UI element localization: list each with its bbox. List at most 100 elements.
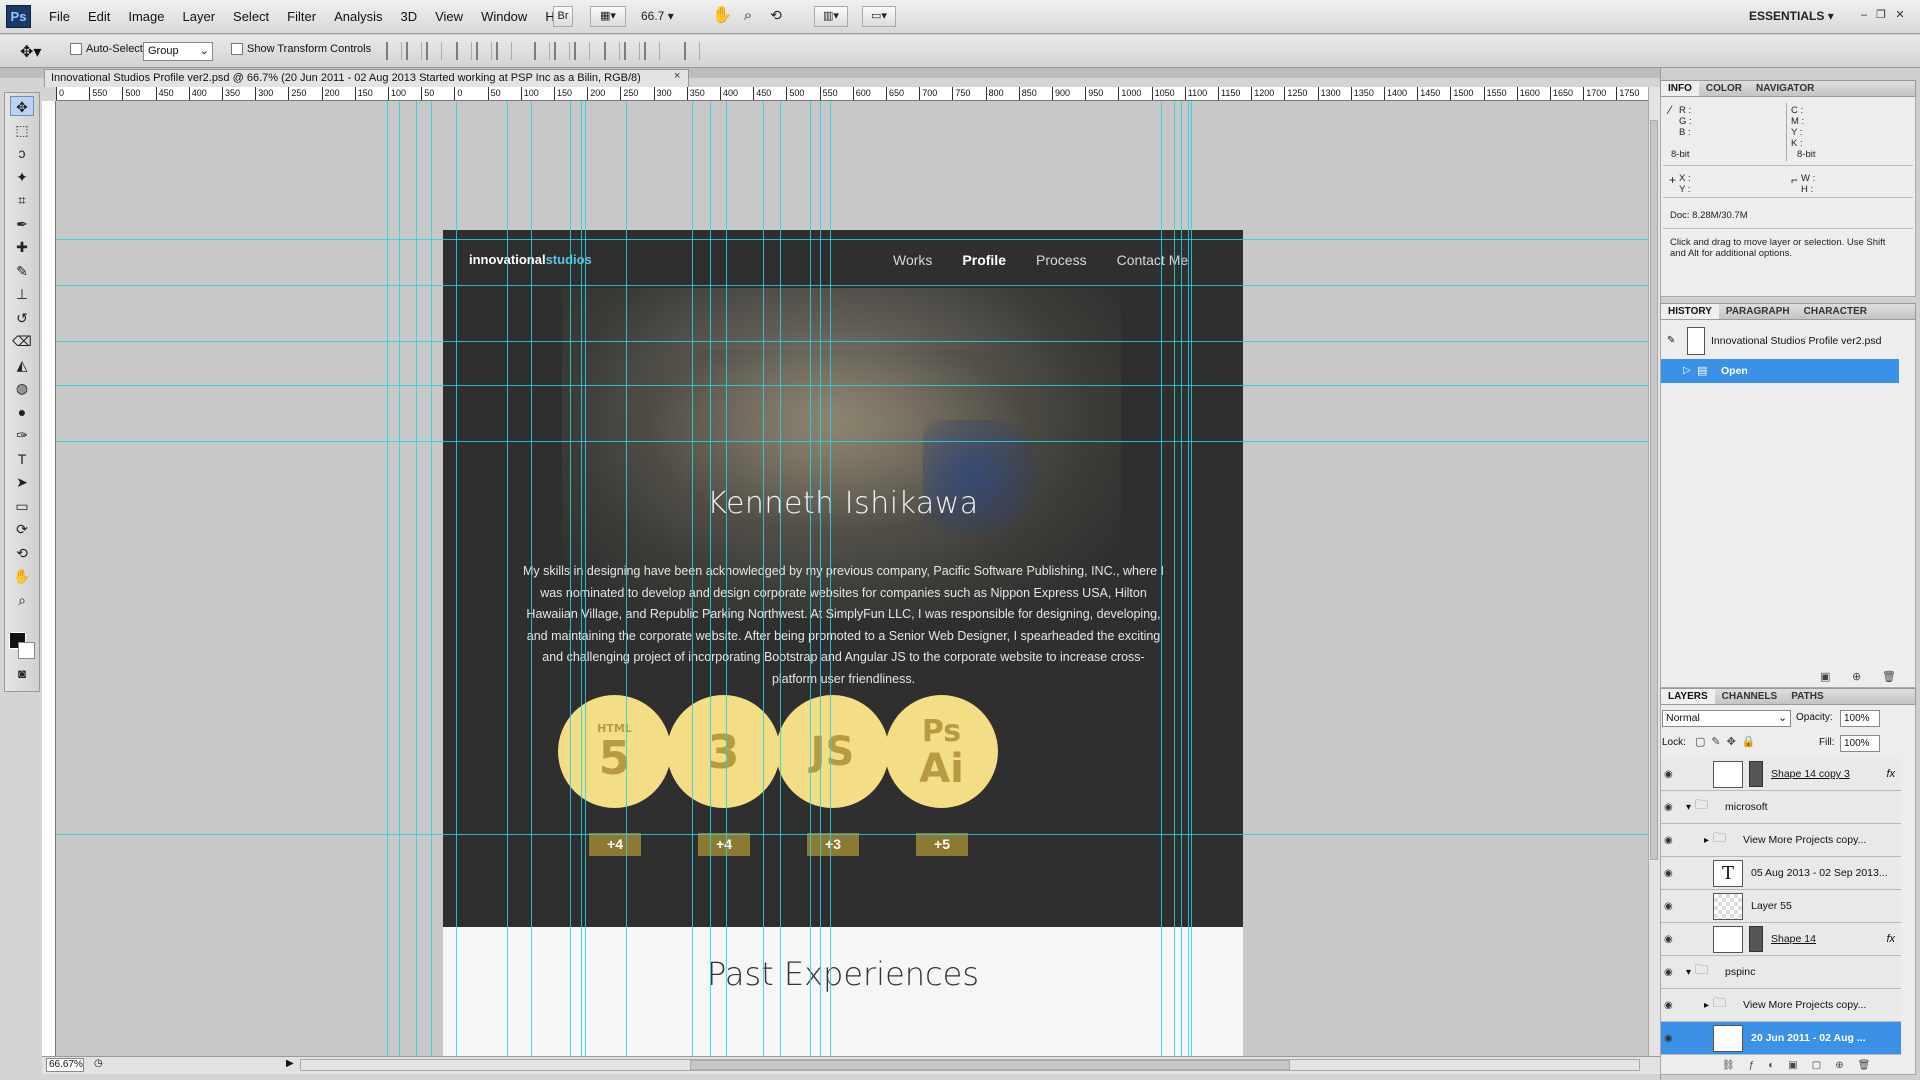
- menu-window[interactable]: Window: [472, 0, 536, 34]
- close-icon[interactable]: ✕: [1893, 8, 1907, 22]
- visibility-eye-icon[interactable]: ◉: [1664, 1033, 1678, 1044]
- guide-vertical[interactable]: [710, 101, 711, 1056]
- guide-vertical[interactable]: [581, 101, 582, 1056]
- restore-icon[interactable]: ❐: [1874, 8, 1888, 22]
- paint-bucket-icon[interactable]: ◭: [10, 355, 34, 375]
- distribute-right-icon[interactable]: [644, 42, 660, 60]
- guide-vertical[interactable]: [810, 101, 811, 1056]
- marquee-tool-icon[interactable]: ⬚: [10, 120, 34, 140]
- auto-select-control[interactable]: Auto-Select:: [70, 43, 146, 55]
- history-brush-icon[interactable]: ↺: [10, 308, 34, 328]
- layer-row[interactable]: ◉ ▸ 🗀 View More Projects copy...: [1661, 989, 1901, 1022]
- menu-layer[interactable]: Layer: [174, 0, 225, 34]
- visibility-eye-icon[interactable]: ◉: [1664, 967, 1678, 978]
- opacity-field[interactable]: 100%: [1840, 710, 1880, 727]
- guide-vertical[interactable]: [626, 101, 627, 1056]
- quick-select-tool-icon[interactable]: ✦: [10, 167, 34, 187]
- screen-mode-button[interactable]: ▭▾: [862, 6, 896, 27]
- auto-select-dropdown[interactable]: Group ⌄: [143, 42, 213, 61]
- eraser-tool-icon[interactable]: ⌫: [10, 331, 34, 351]
- quick-mask-icon[interactable]: ◙: [10, 664, 34, 684]
- menu-3d[interactable]: 3D: [391, 0, 426, 34]
- align-vcenter-icon[interactable]: [406, 42, 422, 60]
- dodge-tool-icon[interactable]: ●: [10, 402, 34, 422]
- status-arrow-icon[interactable]: ▶: [286, 1058, 294, 1069]
- guide-vertical[interactable]: [416, 101, 417, 1056]
- tab-navigator[interactable]: NAVIGATOR: [1749, 81, 1821, 96]
- align-right-icon[interactable]: [496, 42, 512, 60]
- tab-info[interactable]: INFO: [1661, 81, 1699, 96]
- blend-mode-dropdown[interactable]: Normal ⌄: [1662, 710, 1791, 727]
- guide-vertical[interactable]: [570, 101, 571, 1056]
- mini-bridge-button[interactable]: Br: [553, 6, 573, 27]
- guide-horizontal[interactable]: [56, 441, 1648, 442]
- align-hcenter-icon[interactable]: [476, 42, 492, 60]
- align-bottom-icon[interactable]: [426, 42, 442, 60]
- orbit-3d-icon[interactable]: ⟲: [10, 543, 34, 563]
- guide-vertical[interactable]: [1191, 101, 1192, 1056]
- guide-horizontal[interactable]: [56, 341, 1648, 342]
- zoom-level-dropdown[interactable]: 66.7 ▾: [641, 6, 691, 27]
- pen-tool-icon[interactable]: ✑: [10, 425, 34, 445]
- guide-vertical[interactable]: [431, 101, 432, 1056]
- canvas[interactable]: innovationalstudios WorksProfileProcessC…: [56, 101, 1648, 1056]
- guide-vertical[interactable]: [1161, 101, 1162, 1056]
- menu-edit[interactable]: Edit: [79, 0, 119, 34]
- guide-vertical[interactable]: [1188, 101, 1189, 1056]
- lasso-tool-icon[interactable]: ↄ: [10, 143, 34, 163]
- workspace-switcher[interactable]: ESSENTIALS ▾: [1749, 6, 1834, 27]
- horizontal-scroll-thumb[interactable]: [690, 1060, 1290, 1070]
- guide-horizontal[interactable]: [56, 285, 1648, 286]
- tab-layers[interactable]: LAYERS: [1661, 689, 1715, 704]
- auto-align-icon[interactable]: [684, 42, 700, 60]
- move-tool-icon[interactable]: ✥▾: [20, 42, 41, 62]
- zoom-readout-field[interactable]: 66.67%: [46, 1058, 84, 1072]
- layer-row[interactable]: ◉ Layer 55: [1661, 890, 1901, 923]
- lock-icons[interactable]: ▢✎✥🔒: [1695, 735, 1762, 748]
- history-snapshot[interactable]: ✎ Innovational Studios Profile ver2.psd: [1661, 326, 1899, 356]
- zoom-tool-icon[interactable]: ⌕: [10, 590, 34, 610]
- status-options-icon[interactable]: ◷: [94, 1058, 103, 1069]
- history-state-open[interactable]: ▷ ▤ Open: [1661, 359, 1899, 383]
- view-extras-button[interactable]: ▦▾: [590, 6, 626, 27]
- path-select-icon[interactable]: ➤: [10, 472, 34, 492]
- guide-horizontal[interactable]: [56, 385, 1648, 386]
- tab-color[interactable]: COLOR: [1699, 81, 1749, 96]
- zoom-icon[interactable]: ⌕: [738, 6, 758, 27]
- menu-select[interactable]: Select: [224, 0, 278, 34]
- guide-vertical[interactable]: [531, 101, 532, 1056]
- tab-paths[interactable]: PATHS: [1784, 689, 1830, 704]
- layer-row[interactable]: ◉ T 05 Aug 2013 - 02 Sep 2013...: [1661, 857, 1901, 890]
- guide-vertical[interactable]: [830, 101, 831, 1056]
- auto-select-checkbox[interactable]: [70, 43, 82, 55]
- blur-tool-icon[interactable]: ◍: [10, 378, 34, 398]
- guide-vertical[interactable]: [726, 101, 727, 1056]
- visibility-eye-icon[interactable]: ◉: [1664, 835, 1678, 846]
- guide-vertical[interactable]: [399, 101, 400, 1056]
- hand-tool-icon[interactable]: ✋: [10, 566, 34, 586]
- guide-vertical[interactable]: [387, 101, 388, 1056]
- brush-tool-icon[interactable]: ✎: [10, 261, 34, 281]
- minimize-icon[interactable]: –: [1857, 8, 1871, 22]
- tab-paragraph[interactable]: PARAGRAPH: [1719, 304, 1797, 319]
- align-left-icon[interactable]: [456, 42, 472, 60]
- distribute-vcenter-icon[interactable]: [554, 42, 570, 60]
- vertical-ruler[interactable]: [42, 101, 56, 1056]
- guide-horizontal[interactable]: [56, 239, 1648, 240]
- menu-file[interactable]: File: [40, 0, 79, 34]
- visibility-eye-icon[interactable]: ◉: [1664, 1000, 1678, 1011]
- crop-tool-icon[interactable]: ⌗: [10, 190, 34, 210]
- guide-vertical[interactable]: [507, 101, 508, 1056]
- vertical-scroll-thumb[interactable]: [1650, 120, 1658, 860]
- distribute-bottom-icon[interactable]: [574, 42, 590, 60]
- background-color-swatch[interactable]: [18, 642, 35, 659]
- layer-fx-badge[interactable]: fx: [1886, 933, 1895, 945]
- document-close-icon[interactable]: ×: [674, 70, 680, 82]
- layer-fx-badge[interactable]: fx: [1886, 768, 1895, 780]
- distribute-top-icon[interactable]: [534, 42, 550, 60]
- guide-vertical[interactable]: [1174, 101, 1175, 1056]
- layer-row[interactable]: ◉ ▾ 🗀 microsoft: [1661, 791, 1901, 824]
- shape-tool-icon[interactable]: ▭: [10, 496, 34, 516]
- layer-row[interactable]: ◉ ▾ 🗀 pspinc: [1661, 956, 1901, 989]
- menu-view[interactable]: View: [426, 0, 472, 34]
